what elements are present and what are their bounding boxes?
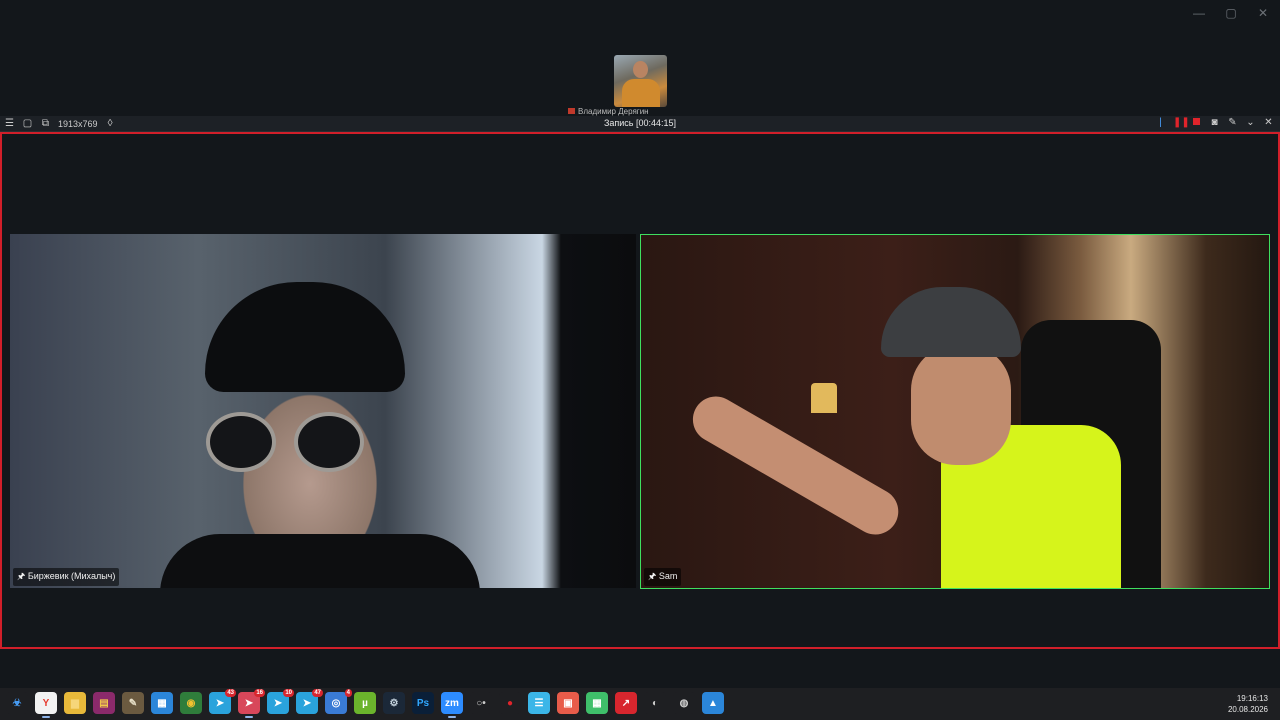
person-face xyxy=(911,345,1011,465)
screen-recorder-icon[interactable]: ◐ xyxy=(644,692,666,714)
arrow-app-icon[interactable]: ↗ xyxy=(615,692,637,714)
clock-date: 20.08.2026 xyxy=(1227,705,1268,714)
taskbar-icons: ☣ Y ▆ ▤ ✎ ▦ ◉ ➤ 43 ➤ 16 ➤ 10 ➤ 47 ◎ 4 µ ⚙ Ps zm ○• ● ☰ ▣ ▦ ↗ ◐ ◍ ▲ xyxy=(6,689,724,718)
person-arm xyxy=(684,388,907,543)
recording-dot-icon xyxy=(568,108,575,114)
stop-button[interactable] xyxy=(1191,117,1202,129)
obs-studio-icon[interactable]: ◍ xyxy=(673,692,695,714)
minimize-button[interactable]: — xyxy=(1192,6,1206,20)
chromium-icon[interactable]: ◎ 4 xyxy=(325,689,352,714)
unread-badge: 16 xyxy=(254,689,265,697)
telegram-icon-1[interactable]: ➤ 43 xyxy=(209,689,236,714)
speaker-thumbnail-label: Владимир Дерягин xyxy=(568,108,674,116)
speaker-thumbnail[interactable] xyxy=(614,55,667,107)
close-recorder-icon[interactable]: ✕ xyxy=(1263,117,1274,129)
sunglasses-right xyxy=(294,412,364,472)
recorder-toolbar: ☰ ▢ ⧉ 1913x769 ◊ Запись [00:44:15] | ❚❚ … xyxy=(0,116,1280,132)
file-explorer-icon[interactable]: ▆ xyxy=(64,692,86,714)
unread-badge: 10 xyxy=(283,689,294,697)
maximize-button[interactable]: ▢ xyxy=(1224,6,1238,20)
person-cap xyxy=(881,287,1021,357)
zoom-icon[interactable]: zm xyxy=(441,692,463,718)
winrar-icon[interactable]: ▤ xyxy=(93,692,115,714)
notes-icon[interactable]: ☰ xyxy=(528,692,550,714)
recording-status: Запись [00:44:15] xyxy=(603,118,677,128)
record-icon[interactable]: ● xyxy=(499,692,521,714)
window-controls: — ▢ ✕ xyxy=(1192,6,1270,20)
sheets-icon[interactable]: ▦ xyxy=(586,692,608,714)
video-tile-participant-1[interactable]: 🖈 Биржевик (Михалыч) xyxy=(10,234,636,588)
wps-icon[interactable]: ▣ xyxy=(557,692,579,714)
close-button[interactable]: ✕ xyxy=(1256,6,1270,20)
video-tile-participant-2[interactable]: 🖈 Sam xyxy=(640,234,1270,589)
chrome-icon[interactable]: ◉ xyxy=(180,692,202,714)
pin-icon: 🖈 xyxy=(17,571,28,581)
person-cap xyxy=(205,282,405,392)
taskbar: ☣ Y ▆ ▤ ✎ ▦ ◉ ➤ 43 ➤ 16 ➤ 10 ➤ 47 ◎ 4 µ ⚙ Ps zm ○• ● ☰ ▣ ▦ ↗ ◐ ◍ ▲ 19… xyxy=(0,688,1280,720)
telegram-icon-3[interactable]: ➤ 10 xyxy=(267,689,294,714)
sunglasses-left xyxy=(206,412,276,472)
gimp-icon[interactable]: ✎ xyxy=(122,692,144,714)
participant-nametag: 🖈 Биржевик (Михалыч) xyxy=(13,568,120,586)
screenshot-camera-icon[interactable]: ◙ xyxy=(1209,117,1220,129)
telegram-icon-2[interactable]: ➤ 16 xyxy=(238,689,265,718)
store-icon[interactable]: ▦ xyxy=(151,692,173,714)
person-shirt xyxy=(160,534,480,588)
thumbnail-head xyxy=(633,61,648,78)
telegram-icon-4[interactable]: ➤ 47 xyxy=(296,689,323,714)
audio-level-icon: | xyxy=(1159,117,1162,128)
steam-icon[interactable]: ⚙ xyxy=(383,692,405,714)
desk-lamp xyxy=(811,383,837,413)
participant-nametag: 🖈 Sam xyxy=(644,568,682,586)
obs-icon[interactable]: ○• xyxy=(470,692,492,714)
thumbnail-body xyxy=(622,79,660,107)
photos-icon[interactable]: ▲ xyxy=(702,692,724,714)
system-clock[interactable]: 19:16:13 20.08.2026 xyxy=(1228,693,1268,715)
utorrent-icon[interactable]: µ xyxy=(354,692,376,714)
pause-button[interactable]: ❚❚ xyxy=(1173,117,1190,129)
unread-badge: 43 xyxy=(225,689,236,697)
unread-badge: 4 xyxy=(344,689,352,697)
unread-badge: 47 xyxy=(312,689,323,697)
start-icon[interactable]: ☣ xyxy=(6,692,28,714)
clock-time: 19:16:13 xyxy=(1236,694,1268,703)
photoshop-icon[interactable]: Ps xyxy=(412,692,434,714)
collapse-chevron-icon[interactable]: ⌄ xyxy=(1245,117,1256,129)
yandex-browser-icon[interactable]: Y xyxy=(35,692,57,718)
draw-pen-icon[interactable]: ✎ xyxy=(1227,117,1238,129)
pin-icon: 🖈 xyxy=(648,571,659,581)
